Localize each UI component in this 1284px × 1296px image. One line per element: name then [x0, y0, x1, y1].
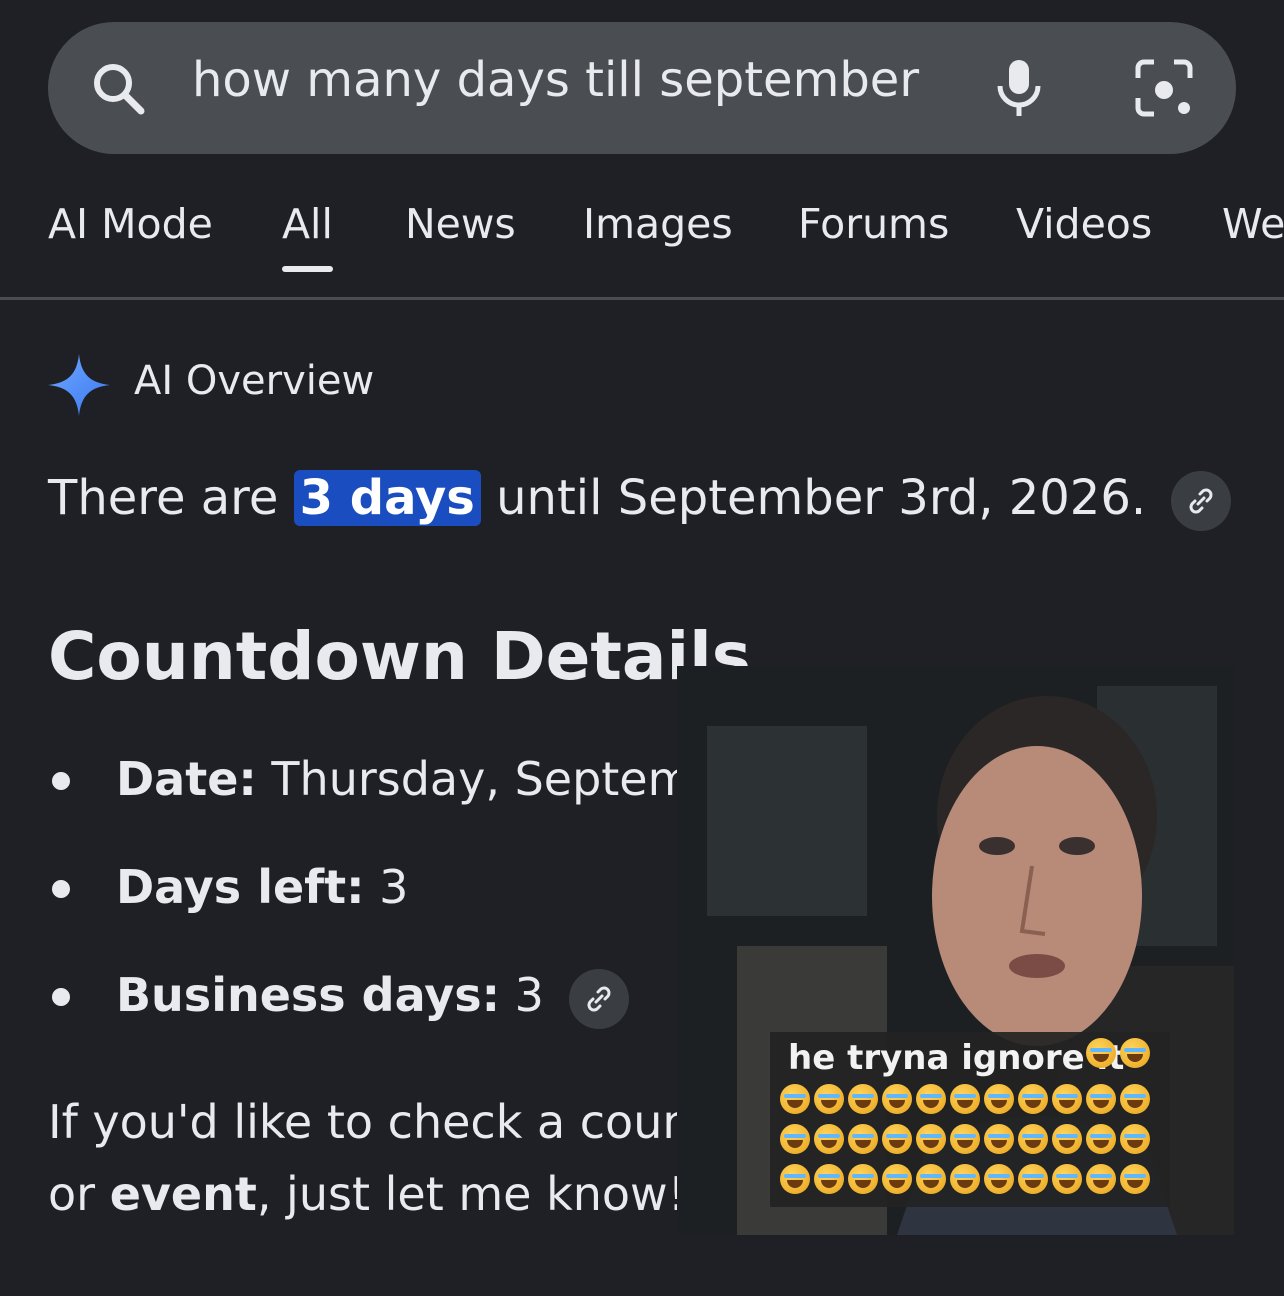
- meme-image: he tryna ignore it: [677, 666, 1234, 1235]
- crying-face-emoji-icon: [1018, 1084, 1048, 1114]
- crying-face-emoji-icon: [916, 1084, 946, 1114]
- crying-face-emoji-icon: [882, 1084, 912, 1114]
- crying-face-emoji-icon: [882, 1124, 912, 1154]
- crying-face-emoji-icon: [1120, 1124, 1150, 1154]
- crying-face-emoji-icon: [1120, 1038, 1150, 1068]
- crying-face-emoji-icon: [984, 1164, 1014, 1194]
- crying-face-emoji-icon: [814, 1084, 844, 1114]
- tab-web[interactable]: We: [1222, 200, 1284, 248]
- closing-line-2: or event, just let me know!: [48, 1158, 688, 1230]
- crying-face-emoji-icon: [780, 1164, 810, 1194]
- crying-face-emoji-icon: [916, 1164, 946, 1194]
- microphone-icon[interactable]: [994, 58, 1044, 118]
- link-icon: [587, 986, 610, 1011]
- list-item: Business days: 3: [48, 964, 748, 1034]
- closing-rest: , just let me know!: [256, 1167, 687, 1221]
- crying-face-emoji-icon: [950, 1084, 980, 1114]
- list-item: Days left: 3: [48, 856, 748, 926]
- crying-face-emoji-icon: [984, 1124, 1014, 1154]
- crying-face-emoji-icon: [1018, 1164, 1048, 1194]
- crying-face-emoji-icon: [984, 1084, 1014, 1114]
- sparkle-icon: [48, 354, 110, 416]
- divider: [0, 297, 1284, 300]
- bullet-label: Days left:: [116, 860, 365, 914]
- crying-face-emoji-icon: [1120, 1084, 1150, 1114]
- answer-prefix: There are: [48, 470, 294, 526]
- answer-text: There are 3 days until September 3rd, 20…: [48, 470, 1232, 531]
- crying-face-emoji-icon: [848, 1084, 878, 1114]
- tab-forums[interactable]: Forums: [798, 200, 949, 248]
- bullet-dot: [52, 880, 70, 898]
- tab-news[interactable]: News: [405, 200, 516, 248]
- crying-face-emoji-icon: [1086, 1038, 1116, 1068]
- source-link-button[interactable]: [568, 968, 629, 1029]
- crying-face-emoji-icon: [1018, 1124, 1048, 1154]
- crying-face-emoji-icon: [1120, 1164, 1150, 1194]
- bullet-value: 3: [500, 968, 544, 1022]
- bullet-label: Business days:: [116, 968, 500, 1022]
- tab-videos[interactable]: Videos: [1016, 200, 1152, 248]
- crying-face-emoji-icon: [1052, 1164, 1082, 1194]
- search-icon[interactable]: [90, 60, 146, 116]
- crying-face-emoji-icon: [1086, 1164, 1116, 1194]
- closing-event: event: [109, 1167, 257, 1221]
- tab-all[interactable]: All: [282, 200, 333, 272]
- bullet-dot: [52, 988, 70, 1006]
- list-item: Date: Thursday, Septemb: [48, 748, 748, 818]
- countdown-heading: Countdown Details: [48, 618, 751, 695]
- search-input[interactable]: how many days till september 3rd: [192, 52, 922, 108]
- crying-face-emoji-icon: [780, 1124, 810, 1154]
- answer-suffix: until September 3rd, 2026.: [480, 470, 1147, 526]
- bullet-label: Date:: [116, 752, 257, 806]
- crying-face-emoji-icon: [882, 1164, 912, 1194]
- ai-overview-title: AI Overview: [134, 358, 375, 404]
- crying-face-emoji-icon: [1086, 1084, 1116, 1114]
- crying-face-emoji-icon: [814, 1124, 844, 1154]
- crying-face-emoji-icon: [1052, 1124, 1082, 1154]
- crying-face-emoji-icon: [814, 1164, 844, 1194]
- link-icon: [1189, 488, 1213, 514]
- search-tabs: AI Mode All News Images Forums Videos We: [0, 190, 1284, 298]
- crying-face-emoji-icon: [950, 1124, 980, 1154]
- search-bar[interactable]: how many days till september 3rd: [48, 22, 1236, 154]
- camera-lens-icon[interactable]: [1134, 58, 1194, 118]
- source-link-button[interactable]: [1171, 471, 1232, 531]
- meme-caption-text: he tryna ignore it: [788, 1038, 1125, 1078]
- crying-face-emoji-icon: [780, 1084, 810, 1114]
- crying-face-emoji-icon: [916, 1124, 946, 1154]
- tab-ai-mode[interactable]: AI Mode: [48, 200, 213, 248]
- closing-or: or: [48, 1167, 110, 1221]
- crying-face-emoji-icon: [1052, 1084, 1082, 1114]
- crying-face-emoji-icon: [848, 1164, 878, 1194]
- answer-highlight: 3 days: [293, 470, 481, 526]
- crying-face-emoji-icon: [950, 1164, 980, 1194]
- closing-text: If you'd like to check a countd or event…: [48, 1086, 688, 1230]
- bullet-dot: [52, 772, 70, 790]
- tab-images[interactable]: Images: [583, 200, 733, 248]
- bullet-value: 3: [364, 860, 409, 914]
- crying-face-emoji-icon: [1086, 1124, 1116, 1154]
- closing-line-1: If you'd like to check a countd: [48, 1095, 688, 1149]
- meme-caption: he tryna ignore it: [770, 1032, 1170, 1207]
- bullet-value: Thursday, Septemb: [256, 752, 722, 806]
- crying-face-emoji-icon: [848, 1124, 878, 1154]
